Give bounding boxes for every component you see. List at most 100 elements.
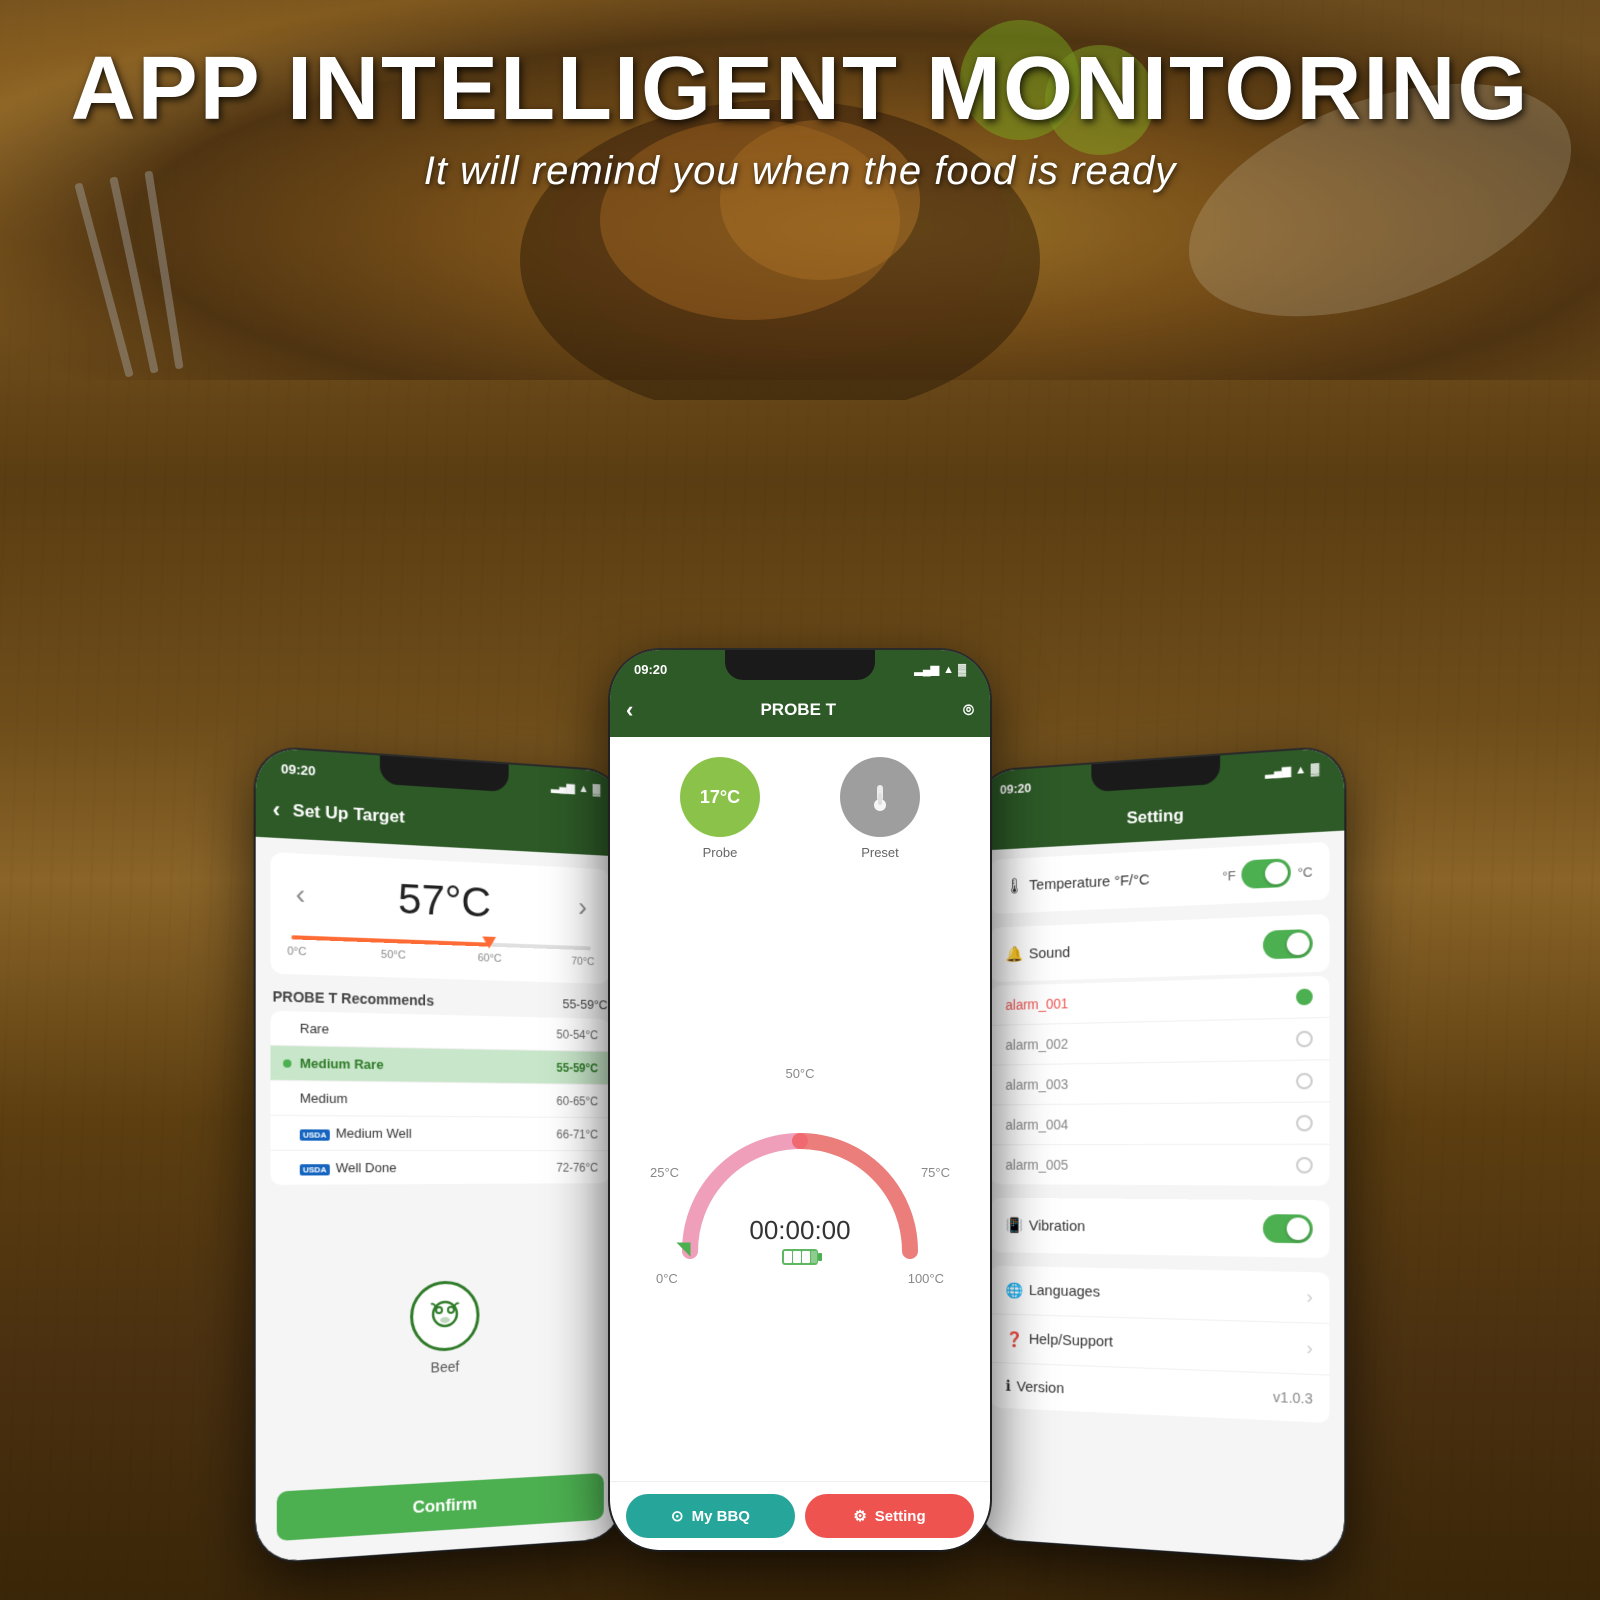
misc-settings-section: 🌐 Languages › ❓ Help/Support › ℹ Version… — [991, 1266, 1330, 1423]
gauge-left-label: 25°C — [650, 1165, 679, 1180]
vibration-label: Vibration — [1029, 1217, 1263, 1237]
meat-row-medium-well[interactable]: USDAMedium Well 66-71°C — [270, 1116, 609, 1151]
well-done-range: 72-76°C — [556, 1160, 598, 1174]
alarm-002-radio — [1296, 1031, 1313, 1048]
preset-label: Preset — [861, 845, 899, 860]
languages-label: Languages — [1029, 1282, 1307, 1306]
beef-icon[interactable] — [410, 1280, 479, 1352]
signal-icon: ▂▄▆ — [551, 780, 574, 794]
battery-icon-left: ▓ — [593, 783, 601, 795]
rare-name: Rare — [300, 1021, 557, 1042]
wifi-button-center[interactable]: ⌾ — [963, 700, 974, 721]
vibration-section: 📳 Vibration — [991, 1198, 1330, 1258]
temp-unit-knob — [1265, 861, 1288, 885]
center-screen-content: 09:20 ▂▄▆ ▲ ▓ ‹ PROBE T ⌾ — [610, 650, 990, 1550]
alarm-004-radio — [1296, 1115, 1313, 1132]
right-screen-content: 09:20 ▂▄▆ ▲ ▓ Setting 🌡 Temperature °F/ — [978, 747, 1345, 1563]
center-screen-title: PROBE T — [760, 700, 836, 720]
languages-icon: 🌐 — [1006, 1281, 1024, 1299]
thermometer-svg — [862, 779, 898, 815]
unit-c: °C — [1298, 864, 1313, 880]
alarm-001-label: alarm_001 — [1006, 995, 1069, 1012]
setting-btn[interactable]: ⚙ Setting — [805, 1494, 974, 1538]
sound-knob — [1287, 932, 1310, 955]
medium-name: Medium — [300, 1090, 557, 1108]
alarm-002-label: alarm_002 — [1006, 1036, 1069, 1053]
version-value: v1.0.3 — [1273, 1389, 1313, 1407]
right-screen-title: Setting — [1127, 805, 1184, 827]
gauge-bottom-right: 100°C — [908, 1271, 944, 1286]
sound-section: 🔔 Sound — [991, 914, 1330, 982]
temp-unit-toggle-row: °F °C — [1222, 857, 1312, 890]
left-screen-content: 09:20 ▂▄▆ ▲ ▓ ‹ Set Up Target ‹ — [256, 747, 623, 1563]
usda-badge-1: USDA — [300, 1129, 330, 1140]
temp-decrease-btn[interactable]: ‹ — [287, 878, 313, 912]
usda-badge-2: USDA — [300, 1164, 330, 1175]
medium-indicator — [283, 1094, 291, 1102]
beef-svg — [425, 1296, 465, 1337]
vibration-toggle[interactable] — [1263, 1214, 1313, 1243]
meat-row-medium-rare[interactable]: Medium Rare 55-59°C — [270, 1046, 609, 1085]
phones-container: 09:20 ▂▄▆ ▲ ▓ ‹ Set Up Target ‹ — [0, 650, 1600, 1550]
probe-circle-green: 17°C — [680, 757, 760, 837]
well-done-name: USDAWell Done — [300, 1160, 557, 1176]
vibration-knob — [1287, 1217, 1310, 1240]
temp-label-60: 60°C — [478, 952, 502, 965]
right-status-time: 09:20 — [1000, 780, 1031, 797]
center-status-icons: ▂▄▆ ▲ ▓ — [914, 663, 966, 676]
medium-rare-range: 55-59°C — [556, 1060, 598, 1074]
sound-toggle[interactable] — [1263, 929, 1313, 959]
probe-temp-item: 17°C Probe — [680, 757, 760, 860]
left-screen-title: Set Up Target — [293, 801, 405, 828]
probe-rec-label: PROBE T Recommends — [273, 988, 434, 1009]
temp-increase-btn[interactable]: › — [571, 891, 595, 923]
temp-unit-toggle[interactable] — [1242, 858, 1291, 889]
meat-row-well-done[interactable]: USDAWell Done 72-76°C — [270, 1151, 609, 1185]
alarm-003-label: alarm_003 — [1006, 1076, 1069, 1092]
medium-range: 60-65°C — [556, 1094, 598, 1108]
back-button-center[interactable]: ‹ — [626, 697, 633, 723]
right-phone-screen: 09:20 ▂▄▆ ▲ ▓ Setting 🌡 Temperature °F/ — [978, 747, 1345, 1563]
confirm-button[interactable]: Confirm — [277, 1473, 604, 1541]
probe-temp-value: 17°C — [700, 787, 740, 808]
gauge-wrapper: 50°C 25°C 75°C — [640, 1066, 960, 1286]
gauge-right-label: 75°C — [921, 1165, 950, 1180]
center-phone-header: ‹ PROBE T ⌾ — [610, 683, 990, 737]
center-bottom-nav: ⊙ My BBQ ⚙ Setting — [610, 1481, 990, 1550]
temp-label-0: 0°C — [287, 945, 306, 958]
alarm-row-2[interactable]: alarm_002 — [991, 1018, 1330, 1066]
my-bbq-btn[interactable]: ⊙ My BBQ — [626, 1494, 795, 1538]
temperature-label: Temperature °F/°C — [1029, 867, 1222, 893]
setting-label: Setting — [875, 1508, 926, 1525]
vibration-icon: 📳 — [1006, 1216, 1024, 1234]
medium-well-name: USDAMedium Well — [300, 1125, 557, 1141]
temp-slider-fill — [291, 935, 489, 946]
medium-well-indicator — [283, 1129, 291, 1137]
probe-label: Probe — [703, 845, 738, 860]
medium-rare-indicator — [283, 1059, 291, 1067]
alarm-row-4[interactable]: alarm_004 — [991, 1102, 1330, 1145]
gauge-container: 50°C 25°C 75°C — [610, 870, 990, 1481]
temp-label-70: 70°C — [571, 956, 594, 969]
meat-row-medium[interactable]: Medium 60-65°C — [270, 1081, 609, 1118]
center-phone-notch — [725, 650, 875, 680]
help-label: Help/Support — [1029, 1331, 1307, 1357]
rare-indicator — [283, 1024, 291, 1032]
help-chevron: › — [1306, 1338, 1312, 1360]
sound-row: 🔔 Sound — [991, 914, 1330, 982]
medium-well-range: 66-71°C — [556, 1127, 598, 1141]
probe-recommends: PROBE T Recommends 55-59°C Rare 50-54°C — [270, 988, 609, 1185]
probe-rec-range: 55-59°C — [563, 996, 608, 1013]
gauge-svg: 00:00:00 — [660, 1081, 940, 1271]
temperature-section: 🌡 Temperature °F/°C °F °C — [991, 842, 1330, 914]
back-button-left[interactable]: ‹ — [273, 796, 281, 823]
temp-label-50: 50°C — [381, 949, 406, 962]
alarm-row-3[interactable]: alarm_003 — [991, 1060, 1330, 1105]
right-status-icons: ▂▄▆ ▲ ▓ — [1265, 762, 1319, 779]
alarm-row-5[interactable]: alarm_005 — [991, 1145, 1330, 1186]
my-bbq-label: My BBQ — [692, 1508, 750, 1525]
right-wifi-icon: ▲ — [1295, 763, 1306, 776]
center-phone: 09:20 ▂▄▆ ▲ ▓ ‹ PROBE T ⌾ — [610, 650, 990, 1550]
preset-temp-item: Preset — [840, 757, 920, 860]
temperature-row: 🌡 Temperature °F/°C °F °C — [991, 842, 1330, 914]
